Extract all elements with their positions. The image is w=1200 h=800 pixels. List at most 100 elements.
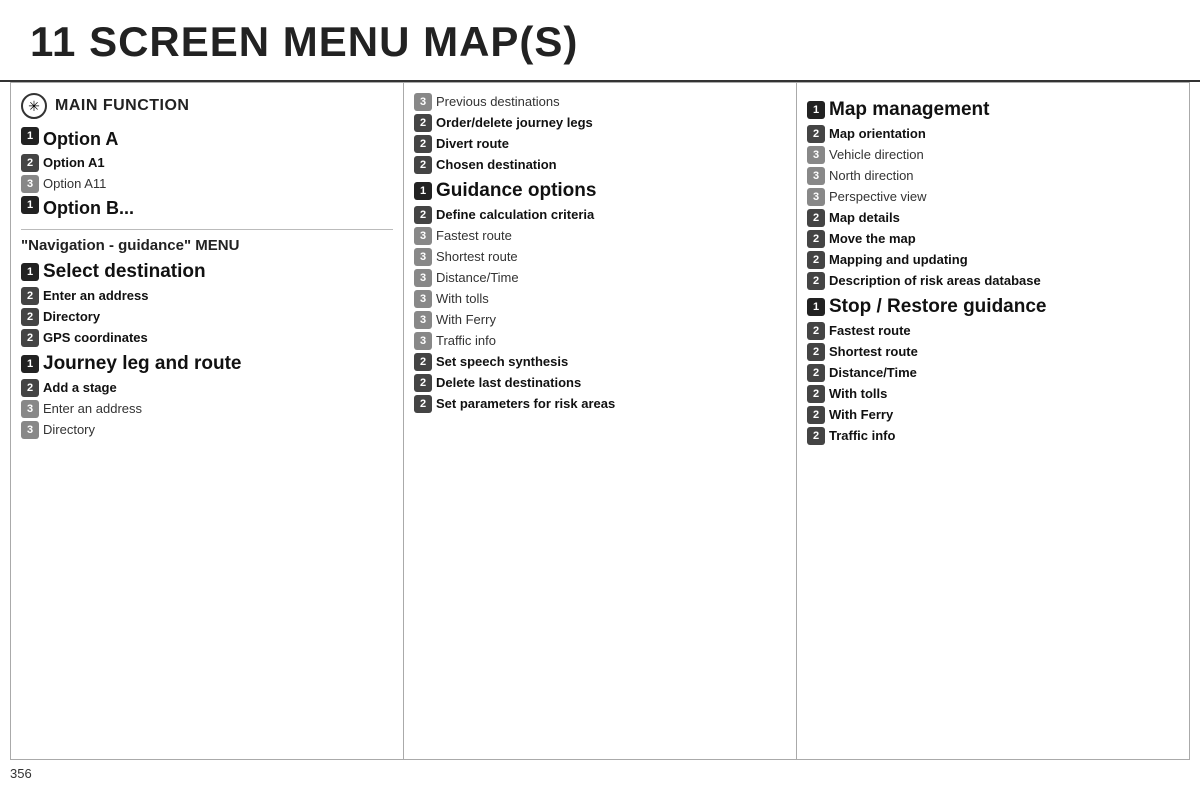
list-item: 2 Mapping and updating xyxy=(807,251,1179,269)
badge-level1: 1 xyxy=(807,298,825,316)
badge-level3: 3 xyxy=(807,146,825,164)
item-label: Enter an address xyxy=(43,400,142,418)
badge-level2: 2 xyxy=(21,379,39,397)
list-item: 2 With tolls xyxy=(807,385,1179,403)
col3: 1 Map management 2 Map orientation 3 Veh… xyxy=(797,83,1189,759)
divider xyxy=(21,229,393,230)
item-label: Enter an address xyxy=(43,287,149,305)
item-label: Option A11 xyxy=(43,175,106,193)
badge-level3: 3 xyxy=(414,290,432,308)
item-label: Define calculation criteria xyxy=(436,206,594,224)
list-item: 3 Fastest route xyxy=(414,227,786,245)
badge-level2: 2 xyxy=(807,406,825,424)
badge-level2: 2 xyxy=(807,272,825,290)
item-label: Map orientation xyxy=(829,125,926,143)
list-item: 2 Fastest route xyxy=(807,322,1179,340)
page-header: 11 SCREEN MENU MAP(S) xyxy=(0,0,1200,82)
badge-level1: 1 xyxy=(21,196,39,214)
list-item: 2 Option A1 xyxy=(21,154,393,172)
item-label: Traffic info xyxy=(829,427,895,445)
list-item: 2 With Ferry xyxy=(807,406,1179,424)
item-label: With tolls xyxy=(436,290,489,308)
badge-level3: 3 xyxy=(21,400,39,418)
list-item: 2 Directory xyxy=(21,308,393,326)
badge-level2: 2 xyxy=(414,114,432,132)
badge-level1: 1 xyxy=(21,355,39,373)
list-item: 2 Enter an address xyxy=(21,287,393,305)
list-item: 1 Option B... xyxy=(21,196,393,220)
item-label: Divert route xyxy=(436,135,509,153)
item-label: Previous destinations xyxy=(436,93,560,111)
item-label: Shortest route xyxy=(829,343,918,361)
list-item: 2 Traffic info xyxy=(807,427,1179,445)
badge-level2: 2 xyxy=(21,308,39,326)
list-item: 2 Order/delete journey legs xyxy=(414,114,786,132)
list-item: 3 Option A11 xyxy=(21,175,393,193)
item-label: Set parameters for risk areas xyxy=(436,395,615,413)
list-item: 2 GPS coordinates xyxy=(21,329,393,347)
badge-level3: 3 xyxy=(21,421,39,439)
badge-level2: 2 xyxy=(807,343,825,361)
badge-level3: 3 xyxy=(807,167,825,185)
item-label: Option A xyxy=(43,127,118,151)
list-item: 2 Set parameters for risk areas xyxy=(414,395,786,413)
item-label: Fastest route xyxy=(436,227,512,245)
item-label: Shortest route xyxy=(436,248,518,266)
item-label: Distance/Time xyxy=(829,364,917,382)
item-label: With Ferry xyxy=(436,311,496,329)
badge-level2: 2 xyxy=(414,135,432,153)
section-heading-label: Stop / Restore guidance xyxy=(829,296,1046,318)
badge-level2: 2 xyxy=(414,156,432,174)
list-item: 2 Description of risk areas database xyxy=(807,272,1179,290)
page-title: 11 SCREEN MENU MAP(S) xyxy=(30,18,1170,66)
item-label: North direction xyxy=(829,167,914,185)
section-heading: 1 Guidance options xyxy=(414,180,786,202)
list-item: 3 Directory xyxy=(21,421,393,439)
list-item: 3 With tolls xyxy=(414,290,786,308)
main-function-header: ✳ MAIN FUNCTION xyxy=(21,93,393,119)
item-label: Delete last destinations xyxy=(436,374,581,392)
item-label: Vehicle direction xyxy=(829,146,924,164)
item-label: Set speech synthesis xyxy=(436,353,568,371)
item-label: Map details xyxy=(829,209,900,227)
list-item: 2 Distance/Time xyxy=(807,364,1179,382)
list-item: 3 Traffic info xyxy=(414,332,786,350)
badge-level2: 2 xyxy=(414,374,432,392)
item-label: Distance/Time xyxy=(436,269,519,287)
badge-level3: 3 xyxy=(414,332,432,350)
section-heading-label: Journey leg and route xyxy=(43,353,241,375)
badge-level2: 2 xyxy=(807,251,825,269)
list-item: 2 Map orientation xyxy=(807,125,1179,143)
item-label: Description of risk areas database xyxy=(829,272,1041,290)
list-item: 3 With Ferry xyxy=(414,311,786,329)
section-heading: 1 Journey leg and route xyxy=(21,353,393,375)
list-item: 2 Map details xyxy=(807,209,1179,227)
section-heading-label: Guidance options xyxy=(436,180,596,202)
list-item: 3 Previous destinations xyxy=(414,93,786,111)
badge-level2: 2 xyxy=(21,287,39,305)
item-label: Fastest route xyxy=(829,322,911,340)
badge-level2: 2 xyxy=(21,154,39,172)
item-label: Order/delete journey legs xyxy=(436,114,593,132)
item-label: Add a stage xyxy=(43,379,117,397)
badge-level3: 3 xyxy=(414,269,432,287)
list-item: 3 Shortest route xyxy=(414,248,786,266)
item-label: Chosen destination xyxy=(436,156,557,174)
section-heading: 1 Stop / Restore guidance xyxy=(807,296,1179,318)
gear-icon: ✳ xyxy=(21,93,47,119)
badge-level2: 2 xyxy=(414,206,432,224)
item-label: Option A1 xyxy=(43,154,105,172)
badge-level3: 3 xyxy=(414,311,432,329)
badge-level2: 2 xyxy=(414,395,432,413)
badge-level2: 2 xyxy=(807,125,825,143)
item-label: Traffic info xyxy=(436,332,496,350)
page-number-bar: 356 xyxy=(0,760,1200,787)
badge-level3: 3 xyxy=(414,227,432,245)
item-label: Directory xyxy=(43,421,95,439)
badge-level3: 3 xyxy=(21,175,39,193)
list-item: 3 Vehicle direction xyxy=(807,146,1179,164)
badge-level2: 2 xyxy=(807,322,825,340)
item-label: GPS coordinates xyxy=(43,329,148,347)
badge-level2: 2 xyxy=(807,364,825,382)
nav-menu-label: "Navigation - guidance" MENU xyxy=(21,236,393,256)
